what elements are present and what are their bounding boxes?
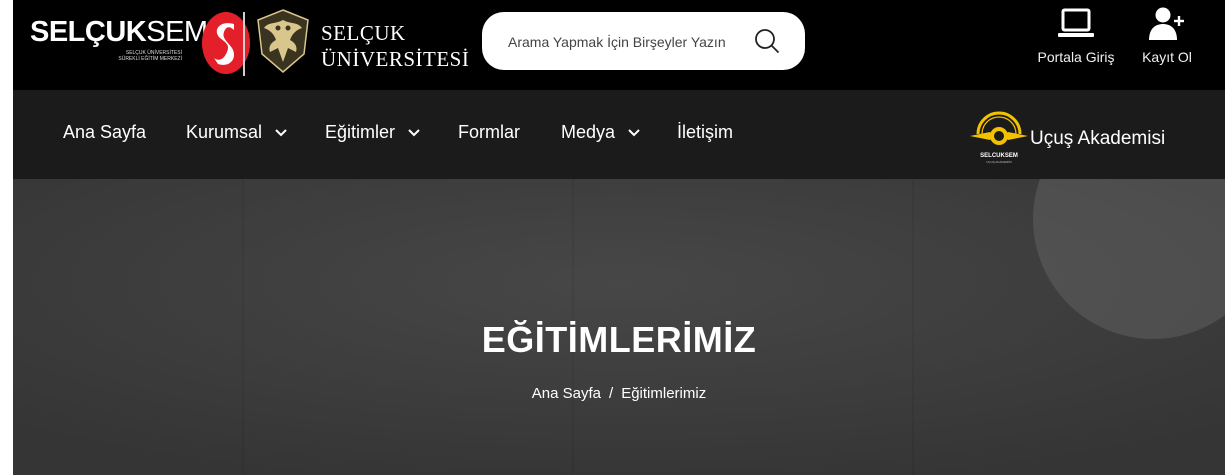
breadcrumb-current: Eğitimlerimiz xyxy=(621,385,707,402)
register-label: Kayıt Ol xyxy=(1142,49,1192,65)
page-title: EĞİTİMLERİMİZ xyxy=(481,319,757,360)
nav-item-kurumsal[interactable]: Kurumsal xyxy=(186,122,287,143)
university-name-line1: SELÇUK xyxy=(321,21,406,45)
user-plus-icon xyxy=(1149,7,1184,40)
portal-login-label: Portala Giriş xyxy=(1037,49,1115,65)
chevron-down-icon xyxy=(628,129,640,137)
selcuksem-logo[interactable]: SELÇUKSEM SELÇUK ÜNİVERSİTESİ SÜREKLİ EĞ… xyxy=(30,8,260,76)
logo-divider xyxy=(243,12,245,76)
chevron-down-icon xyxy=(408,129,420,137)
nav-item-iletisim[interactable]: İletişim xyxy=(677,122,733,143)
nav-item-label: İletişim xyxy=(677,122,734,142)
page-title-banner: EĞİTİMLERİMİZ Ana Sayfa / Eğitimlerimiz xyxy=(13,179,1225,475)
main-navigation: Ana Sayfa Kurumsal Eğitimler Formlar Med… xyxy=(13,90,1225,179)
university-name-line2: ÜNİVERSİTESİ xyxy=(321,47,470,71)
flight-academy-link[interactable]: SELCUKSEM UÇUŞ AKADEMİSİ Uçuş Akademisi xyxy=(968,106,1168,168)
university-name: SELÇUK ÜNİVERSİTESİ xyxy=(321,20,469,72)
laptop-icon xyxy=(1058,8,1094,37)
nav-item-formlar[interactable]: Formlar xyxy=(458,122,520,143)
page-frame: SELÇUKSEM SELÇUK ÜNİVERSİTESİ SÜREKLİ EĞ… xyxy=(13,0,1225,475)
nav-item-label: Eğitimler xyxy=(325,122,396,142)
flight-academy-logo-subtext: UÇUŞ AKADEMİSİ xyxy=(986,159,1012,164)
brand-subtitle: SELÇUK ÜNİVERSİTESİ SÜREKLİ EĞİTİM MERKE… xyxy=(92,50,182,62)
flight-academy-label: Uçuş Akademisi xyxy=(1030,128,1166,149)
nav-item-ana-sayfa[interactable]: Ana Sayfa xyxy=(63,122,146,143)
nav-item-label: Ana Sayfa xyxy=(63,122,147,142)
breadcrumb: Ana Sayfa / Eğitimlerimiz xyxy=(13,385,1225,402)
nav-item-label: Formlar xyxy=(458,122,520,142)
nav-item-label: Kurumsal xyxy=(186,122,263,142)
university-seal-icon[interactable] xyxy=(254,6,312,76)
breadcrumb-home-link[interactable]: Ana Sayfa xyxy=(532,385,601,402)
flight-academy-logo-icon: SELCUKSEM UÇUŞ AKADEMİSİ xyxy=(970,111,1028,164)
nav-item-label: Medya xyxy=(561,122,616,142)
portal-login-link[interactable]: Portala Giriş xyxy=(1031,6,1121,65)
brand-wordmark-thin: SEM xyxy=(146,16,208,48)
search-icon[interactable] xyxy=(752,26,782,56)
brand-wordmark-bold: SELÇUK xyxy=(30,16,147,48)
flight-academy-logo-text: SELCUKSEM xyxy=(980,153,1018,159)
breadcrumb-separator: / xyxy=(609,385,614,402)
search-box xyxy=(482,12,805,70)
top-header: SELÇUKSEM SELÇUK ÜNİVERSİTESİ SÜREKLİ EĞ… xyxy=(13,0,1225,90)
register-link[interactable]: Kayıt Ol xyxy=(1131,6,1203,65)
nav-item-medya[interactable]: Medya xyxy=(561,122,640,143)
brand-subtitle-line2: SÜREKLİ EĞİTİM MERKEZİ xyxy=(118,56,182,62)
chevron-down-icon xyxy=(275,129,287,137)
search-input[interactable] xyxy=(508,31,738,53)
nav-item-egitimler[interactable]: Eğitimler xyxy=(325,122,420,143)
brand-wordmark: SELÇUKSEM xyxy=(30,16,208,49)
